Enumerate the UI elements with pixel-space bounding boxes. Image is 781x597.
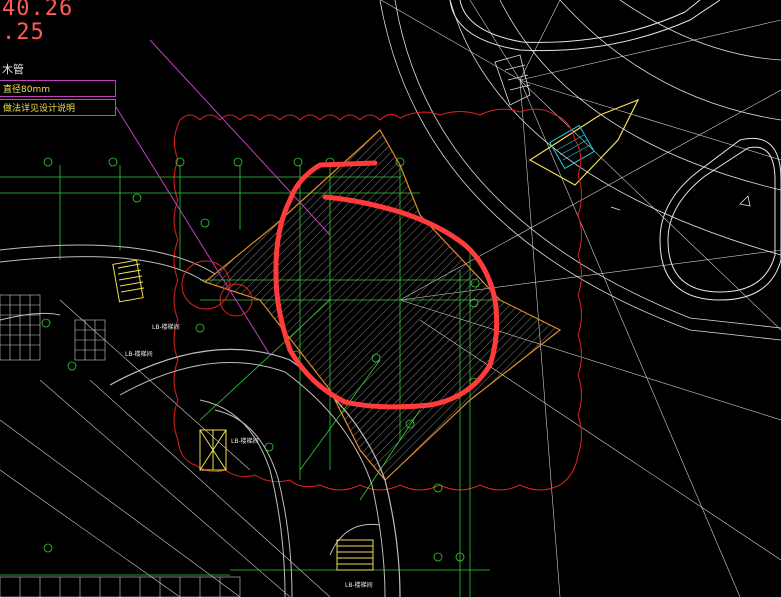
legend-row-text: 做法详见设计说明 (3, 104, 76, 114)
elevation-label-secondary: .25 (2, 20, 45, 45)
legend-title: 木管 (2, 63, 24, 76)
cad-drawing-canvas[interactable] (0, 0, 781, 597)
legend-row-text: 直径80mm (3, 85, 50, 95)
room-tag[interactable]: LB-楼梯间 (152, 322, 180, 331)
hatched-plaza (203, 129, 562, 481)
pier-structure (494, 54, 531, 106)
stair-west (199, 429, 227, 471)
room-tag[interactable]: LB-楼梯间 (125, 349, 153, 358)
stair-south (336, 539, 374, 571)
legend-row[interactable]: 做法详见设计说明 (0, 99, 116, 116)
room-tag[interactable]: LB-楼梯间 (231, 436, 259, 445)
room-tag[interactable]: LB-楼梯间 (345, 580, 373, 589)
elevation-label-primary: 40.26 (2, 0, 74, 21)
pavilion-outline (449, 0, 781, 301)
stair-north (112, 259, 145, 303)
seat-blocks (0, 294, 106, 361)
bottom-bench-strip (0, 576, 241, 597)
legend-row[interactable]: 直径80mm (0, 80, 116, 97)
